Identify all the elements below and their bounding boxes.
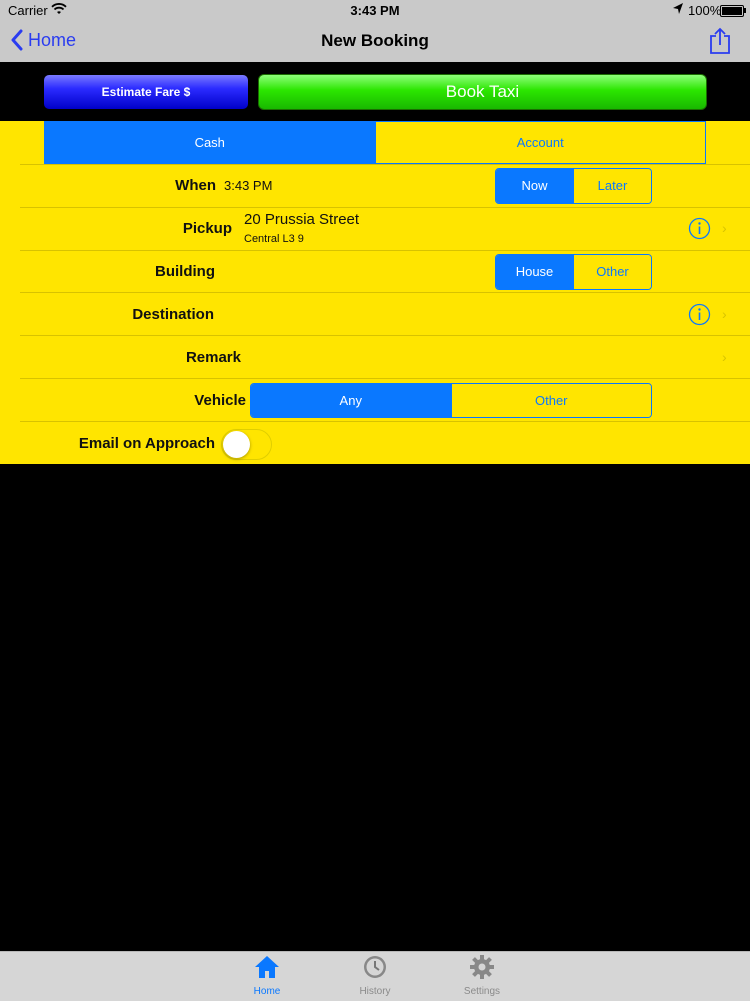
- pickup-label: Pickup: [182, 220, 232, 237]
- divider: [20, 207, 750, 208]
- pickup-info-icon[interactable]: [688, 217, 711, 245]
- when-value: 3:43 PM: [224, 178, 273, 193]
- pickup-address-line1[interactable]: 20 Prussia Street: [244, 211, 359, 228]
- divider: [20, 378, 750, 379]
- top-bar: Carrier 3:43 PM 100% Home New Booking: [0, 0, 750, 62]
- battery-percent: 100%: [688, 3, 722, 18]
- page-title: New Booking: [321, 31, 429, 50]
- share-button[interactable]: [708, 27, 732, 60]
- tab-home-label: Home: [253, 986, 281, 997]
- location-arrow-icon: [672, 2, 684, 19]
- divider: [20, 164, 750, 165]
- payment-cash-segment[interactable]: Cash: [45, 122, 375, 163]
- tab-settings-label: Settings: [463, 986, 501, 997]
- building-other-segment[interactable]: Other: [573, 255, 651, 289]
- divider: [20, 335, 750, 336]
- estimate-fare-button[interactable]: Estimate Fare $: [43, 74, 249, 110]
- vehicle-label: Vehicle: [194, 392, 246, 409]
- battery-icon: [720, 5, 744, 17]
- tab-bar: Home History Settings: [0, 951, 750, 1001]
- building-label: Building: [155, 263, 215, 280]
- book-taxi-button[interactable]: Book Taxi: [258, 74, 707, 110]
- vehicle-segmented-control: Any Other: [250, 383, 652, 418]
- email-on-approach-switch[interactable]: [221, 429, 272, 460]
- destination-chevron-icon: ›: [722, 306, 727, 322]
- status-time: 3:43 PM: [350, 3, 400, 18]
- destination-label[interactable]: Destination: [100, 306, 214, 323]
- divider: [20, 250, 750, 251]
- home-icon: [255, 956, 279, 978]
- vehicle-other-segment[interactable]: Other: [450, 384, 651, 417]
- tab-history-label: History: [359, 986, 391, 997]
- remark-chevron-icon: ›: [722, 349, 727, 365]
- when-now-segment[interactable]: Now: [496, 169, 573, 203]
- switch-knob: [223, 431, 250, 458]
- status-bar: Carrier 3:43 PM 100%: [0, 0, 750, 22]
- pickup-chevron-icon: ›: [722, 220, 727, 236]
- destination-info-icon[interactable]: [688, 303, 711, 331]
- building-house-segment[interactable]: House: [496, 255, 573, 289]
- divider: [20, 292, 750, 293]
- when-label: When: [175, 177, 216, 194]
- building-segmented-control: House Other: [495, 254, 652, 290]
- when-later-segment[interactable]: Later: [573, 169, 651, 203]
- remark-label[interactable]: Remark: [150, 349, 241, 366]
- payment-segmented-control: Cash Account: [44, 121, 706, 164]
- when-segmented-control: Now Later: [495, 168, 652, 204]
- payment-account-segment[interactable]: Account: [374, 122, 705, 163]
- email-on-approach-label: Email on Approach: [78, 435, 215, 452]
- divider: [20, 421, 750, 422]
- tab-settings[interactable]: Settings: [442, 954, 522, 997]
- gear-icon: [470, 955, 494, 979]
- clock-icon: [364, 956, 386, 978]
- pickup-address-line2: Central L3 9: [244, 233, 304, 245]
- tab-history[interactable]: History: [335, 954, 415, 997]
- share-icon: [710, 27, 730, 54]
- vehicle-any-segment[interactable]: Any: [251, 384, 451, 417]
- tab-home[interactable]: Home: [227, 954, 307, 997]
- battery-tip: [744, 8, 746, 13]
